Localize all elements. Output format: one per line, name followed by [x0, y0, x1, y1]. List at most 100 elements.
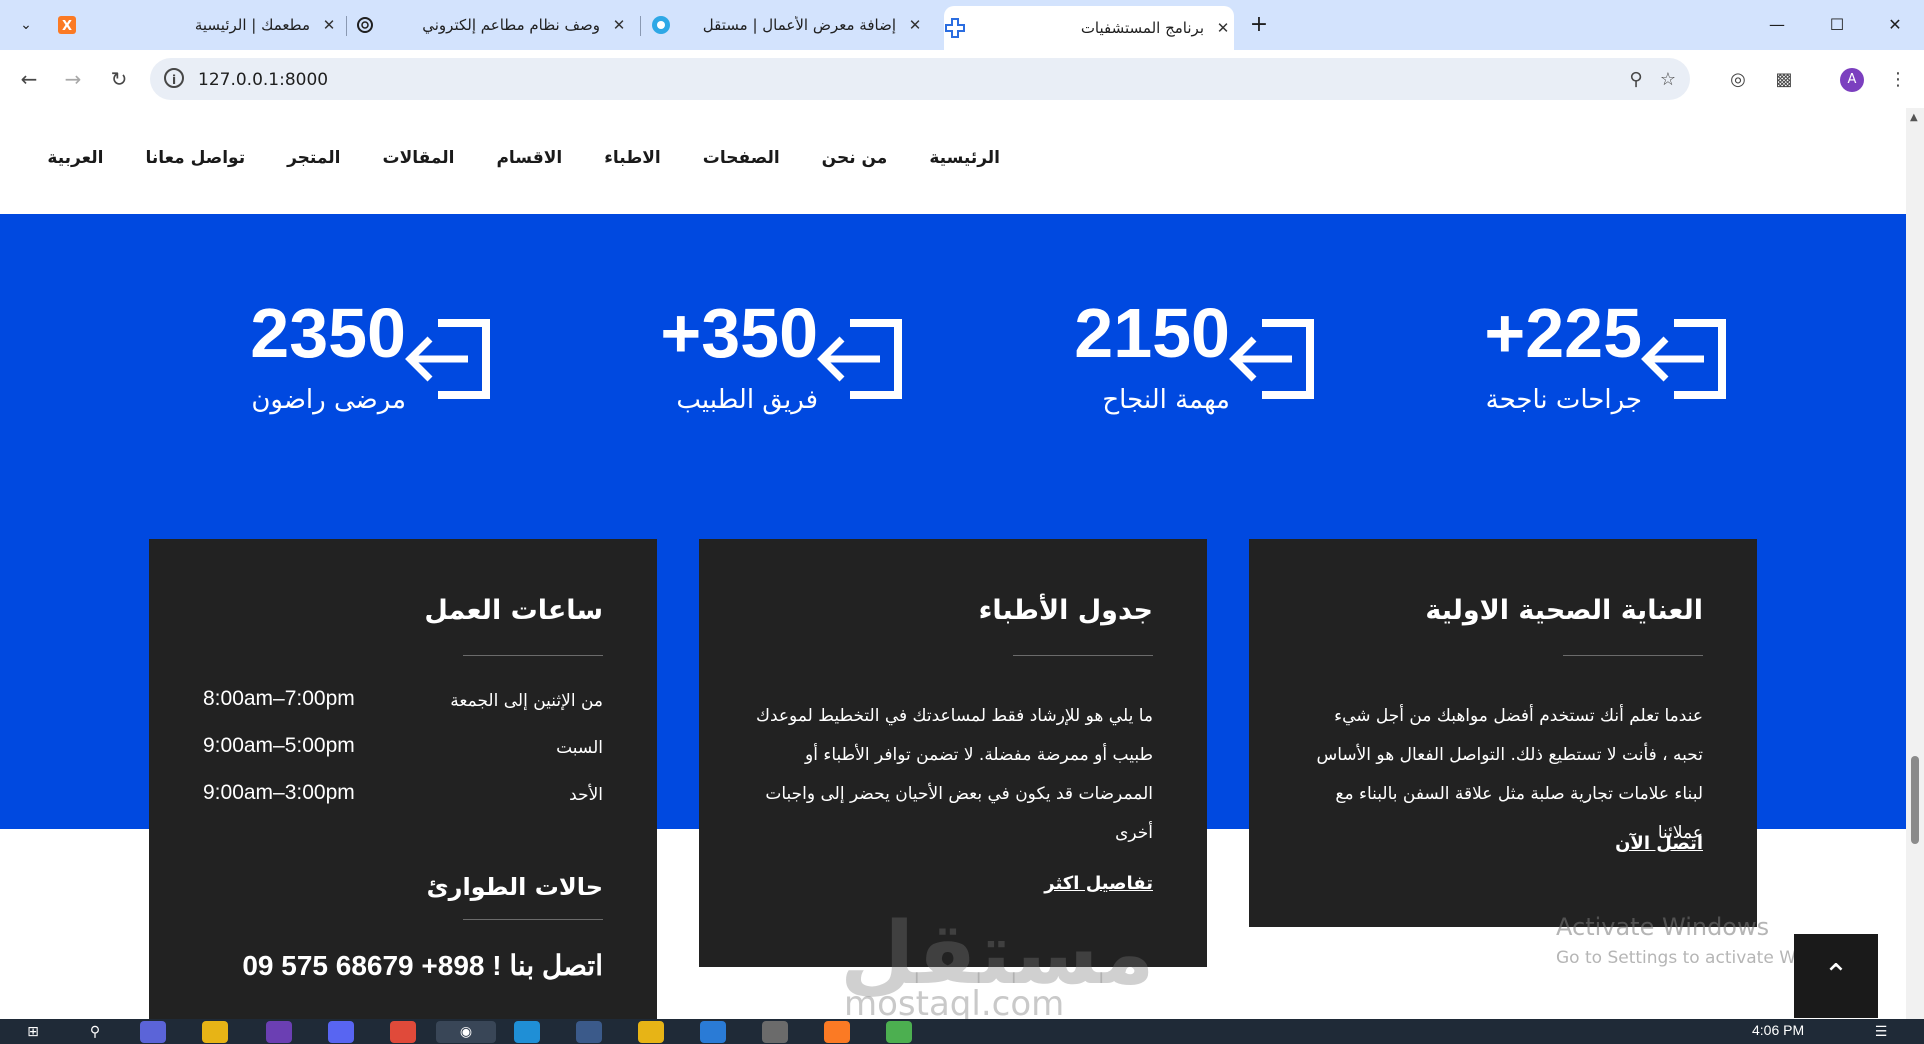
- nav-language[interactable]: العربية: [47, 148, 103, 188]
- forward-arrow-icon[interactable]: →: [58, 64, 88, 94]
- page-viewport: الرئيسية من نحن الصفحات الاطباء الاقسام …: [0, 108, 1906, 1019]
- chrome-icon[interactable]: ◉: [436, 1021, 496, 1043]
- card-title: العناية الصحية الاولية: [1425, 595, 1703, 626]
- stat-satisfied-patients: 2350 مرضى راضون: [184, 293, 524, 433]
- hours-row-weekdays: من الإثنين إلى الجمعة 8:00am–7:00pm: [203, 687, 603, 717]
- hours-row-sunday: الأحد 9:00am–3:00pm: [203, 781, 603, 811]
- card-title: جدول الأطباء: [978, 595, 1153, 626]
- url-input[interactable]: [196, 64, 1500, 96]
- page-scrollbar[interactable]: ▲: [1906, 108, 1924, 1019]
- sign-in-icon: [1229, 319, 1314, 399]
- stat-doctor-team: +350 فريق الطبيب: [596, 293, 936, 433]
- more-details-link[interactable]: تفاصيل اكثر: [1044, 873, 1153, 894]
- contact-now-link[interactable]: اتصل الآن: [1615, 833, 1703, 854]
- card-working-hours: ساعات العمل من الإثنين إلى الجمعة 8:00am…: [149, 539, 657, 1019]
- openai-icon: [354, 14, 376, 36]
- stat-number: 2150: [1074, 294, 1230, 372]
- medical-cross-icon: [944, 17, 966, 39]
- title-divider: [1563, 655, 1703, 656]
- xampp-taskbar-icon[interactable]: [824, 1021, 850, 1043]
- app-icon[interactable]: [762, 1021, 788, 1043]
- close-icon[interactable]: ✕: [904, 16, 926, 34]
- back-arrow-icon[interactable]: ←: [14, 64, 44, 94]
- tab-title: برنامج المستشفيات: [1080, 19, 1204, 37]
- file-explorer-icon[interactable]: [202, 1021, 228, 1043]
- tab-restaurant-home[interactable]: X مطعمك | الرئيسية ✕: [56, 8, 340, 42]
- hours-time: 9:00am–5:00pm: [203, 734, 355, 757]
- browser-tabstrip: ⌄ X مطعمك | الرئيسية ✕ وصف نظام مطاعم إل…: [0, 0, 1924, 50]
- stat-number: 2350: [250, 294, 406, 372]
- site-info-icon[interactable]: i: [164, 68, 184, 88]
- sign-in-icon: [817, 319, 902, 399]
- stat-label: جراحات ناجحة: [1485, 385, 1642, 415]
- stat-number: +225: [1484, 294, 1642, 372]
- search-icon[interactable]: ⚲: [82, 1021, 108, 1043]
- tab-hospital-program[interactable]: برنامج المستشفيات ✕: [944, 6, 1234, 50]
- close-icon[interactable]: ✕: [318, 16, 340, 34]
- visual-studio-icon[interactable]: [266, 1021, 292, 1043]
- nav-doctors[interactable]: الاطباء: [604, 148, 661, 188]
- hours-day: الأحد: [569, 785, 603, 805]
- copilot-icon[interactable]: [140, 1021, 166, 1043]
- nav-articles[interactable]: المقالات: [382, 148, 454, 188]
- emergency-phone: اتصل بنا ! 898+ 68679 575 09: [242, 950, 603, 981]
- nav-store[interactable]: المتجر: [287, 148, 340, 188]
- nav-departments[interactable]: الاقسام: [496, 148, 562, 188]
- scroll-up-arrow-icon[interactable]: ▲: [1910, 112, 1918, 123]
- tab-restaurant-system[interactable]: وصف نظام مطاعم إلكتروني ✕: [354, 8, 630, 42]
- site-navigation: الرئيسية من نحن الصفحات الاطباء الاقسام …: [47, 148, 1000, 188]
- scrollbar-thumb[interactable]: [1911, 756, 1919, 844]
- stat-success-missions: 2150 مهمة النجاح: [1008, 293, 1348, 433]
- store-icon[interactable]: [390, 1021, 416, 1043]
- notes-icon[interactable]: [638, 1021, 664, 1043]
- zoom-icon[interactable]: ⚲: [1624, 68, 1648, 92]
- nav-contact[interactable]: تواصل معانا: [145, 148, 245, 188]
- close-window-icon[interactable]: ✕: [1880, 12, 1910, 38]
- scroll-to-top-button[interactable]: ⌃: [1794, 934, 1878, 1018]
- svg-text:X: X: [62, 19, 72, 34]
- address-bar[interactable]: i ⚲ ☆: [150, 58, 1690, 100]
- close-icon[interactable]: ✕: [1212, 19, 1234, 37]
- xampp-icon: X: [56, 14, 78, 36]
- tab-mostaql-portfolio[interactable]: إضافة معرض الأعمال | مستقل ✕: [650, 8, 926, 42]
- nav-about[interactable]: من نحن: [822, 148, 888, 188]
- title-divider: [1013, 655, 1153, 656]
- close-icon[interactable]: ✕: [608, 16, 630, 34]
- discord-icon[interactable]: [328, 1021, 354, 1043]
- title-divider: [463, 655, 603, 656]
- vscode-icon[interactable]: [700, 1021, 726, 1043]
- notification-icon[interactable]: ☰: [1868, 1021, 1894, 1043]
- nav-pages[interactable]: الصفحات: [703, 148, 780, 188]
- tab-search-chevron-icon[interactable]: ⌄: [12, 13, 40, 37]
- tab-title: وصف نظام مطاعم إلكتروني: [422, 16, 600, 34]
- card-primary-care: العناية الصحية الاولية عندما تعلم أنك تس…: [1249, 539, 1757, 927]
- sign-in-icon: [1641, 319, 1726, 399]
- media-control-icon[interactable]: ◎: [1724, 66, 1752, 94]
- hours-day: من الإثنين إلى الجمعة: [450, 691, 603, 711]
- stat-label: مرضى راضون: [251, 385, 406, 415]
- reload-icon[interactable]: ↻: [104, 64, 134, 94]
- hours-time: 9:00am–3:00pm: [203, 781, 355, 804]
- extensions-puzzle-icon[interactable]: ▩: [1770, 66, 1798, 94]
- profile-avatar[interactable]: A: [1840, 68, 1864, 92]
- title-divider: [463, 919, 603, 920]
- card-doctors-schedule: جدول الأطباء ما يلي هو للإرشاد فقط لمساع…: [699, 539, 1207, 967]
- browser-window-icon[interactable]: [576, 1021, 602, 1043]
- mostaql-icon: [650, 14, 672, 36]
- mostaql-watermark-text: mostaql.com: [844, 984, 1065, 1019]
- sign-in-icon: [405, 319, 490, 399]
- new-tab-plus-icon[interactable]: +: [1246, 12, 1272, 38]
- hours-row-saturday: السبت 9:00am–5:00pm: [203, 734, 603, 764]
- windows-start-icon[interactable]: ⊞: [20, 1021, 46, 1043]
- tab-title: إضافة معرض الأعمال | مستقل: [702, 16, 896, 34]
- bookmark-star-icon[interactable]: ☆: [1656, 68, 1680, 92]
- nav-home[interactable]: الرئيسية: [929, 148, 1000, 188]
- minimize-icon[interactable]: —: [1762, 12, 1792, 38]
- maximize-icon[interactable]: ☐: [1822, 12, 1852, 38]
- edge-icon[interactable]: [514, 1021, 540, 1043]
- taskbar-clock[interactable]: 4:06 PM: [1752, 1022, 1804, 1038]
- stat-label: مهمة النجاح: [1102, 385, 1230, 415]
- card-body: عندما تعلم أنك تستخدم أفضل مواهبك من أجل…: [1316, 706, 1703, 843]
- kebab-menu-icon[interactable]: ⋮: [1884, 66, 1912, 94]
- git-icon[interactable]: [886, 1021, 912, 1043]
